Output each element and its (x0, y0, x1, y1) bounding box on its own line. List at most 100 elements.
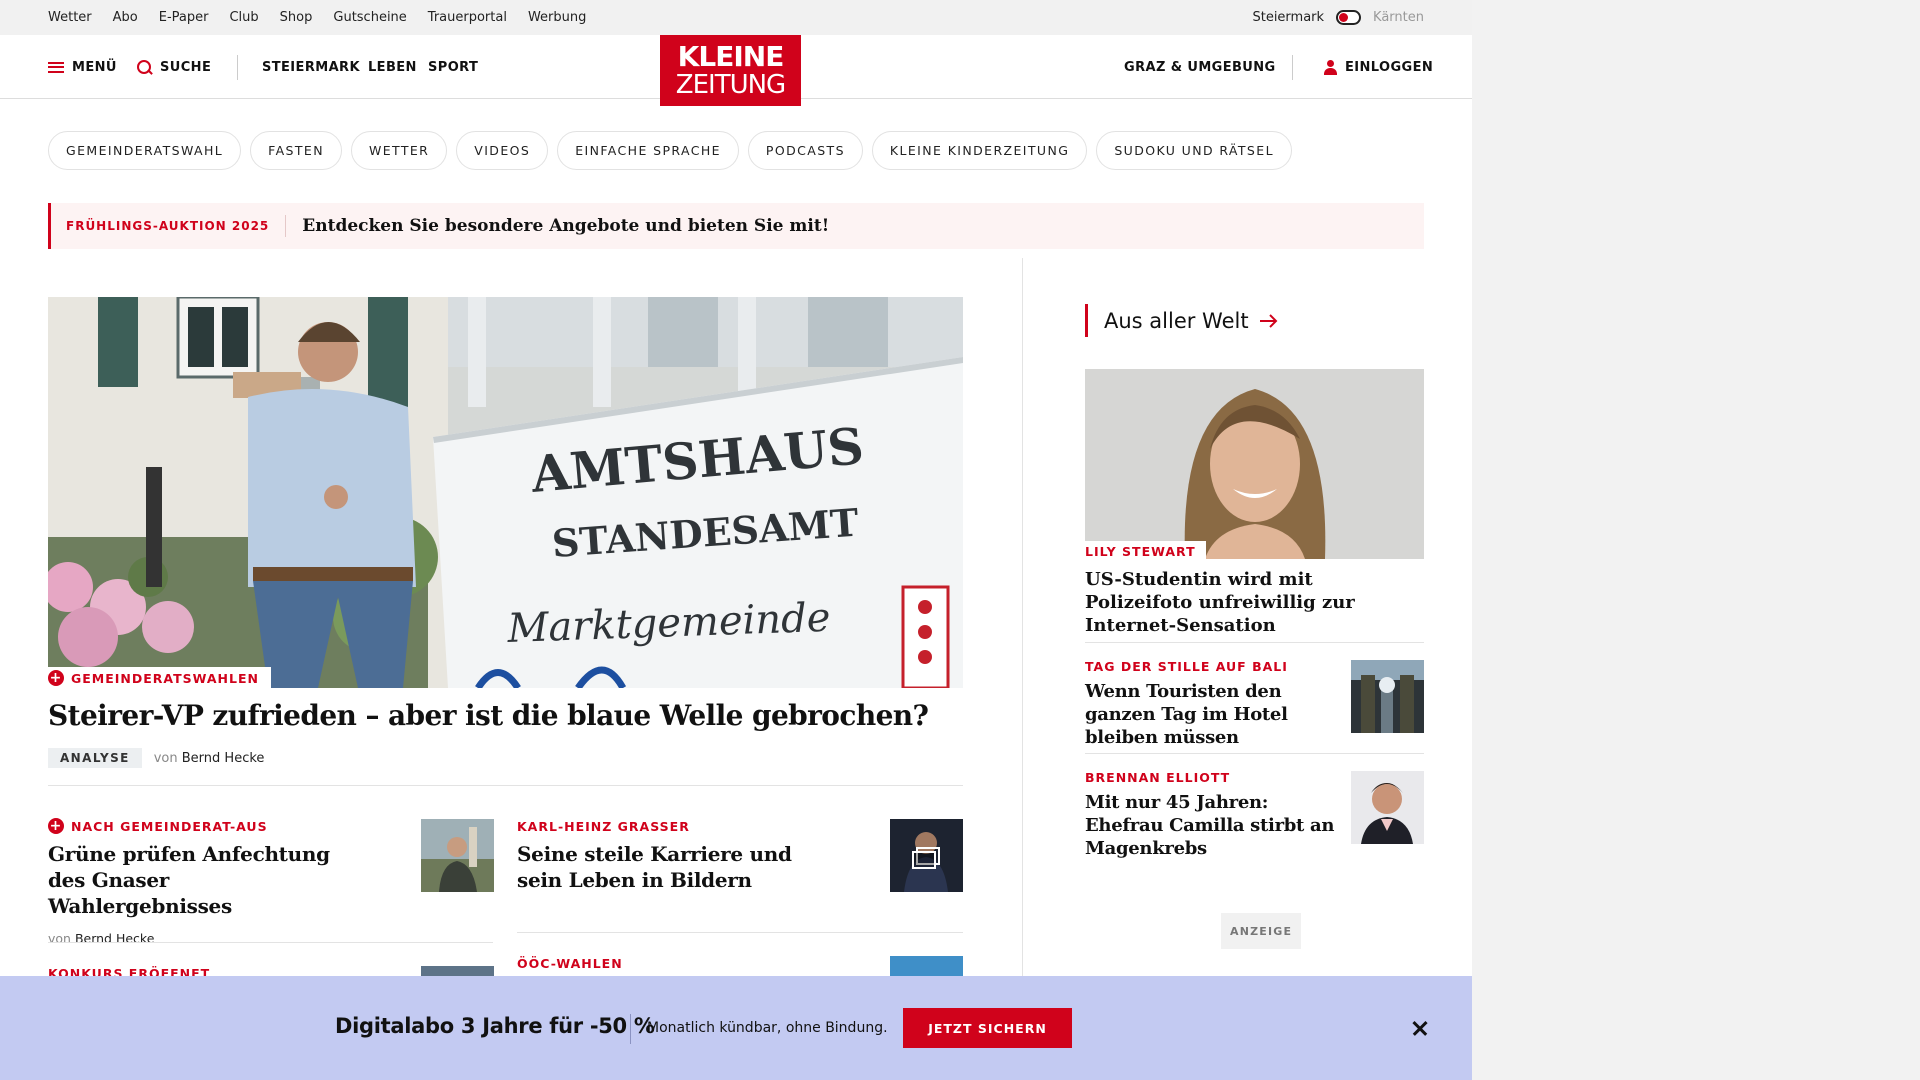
pill-wetter[interactable]: WETTER (350, 131, 448, 170)
promo-text: Entdecken Sie besondere Angebote und bie… (302, 216, 830, 236)
pill-sudoku[interactable]: SUDOKU UND RÄTSEL (1096, 131, 1292, 170)
analysis-badge: ANALYSE (48, 748, 142, 768)
subscription-banner: Digitalabo 3 Jahre für -50 % Monatlich k… (0, 976, 1472, 1080)
search-button[interactable]: SUCHE (137, 35, 211, 99)
menu-label: MENÜ (72, 59, 117, 75)
gallery-illustration (890, 819, 963, 892)
user-icon (1324, 59, 1337, 75)
utility-link-shop[interactable]: Shop (280, 10, 313, 25)
teaser-kicker: ÖÖC-WAHLEN (517, 955, 623, 971)
plus-icon: + (48, 670, 64, 686)
gallery-thumbnail[interactable] (890, 819, 963, 892)
kleine-zeitung-logo[interactable]: KLEINE ZEITUNG (660, 35, 801, 106)
region-steiermark[interactable]: Steiermark (1252, 10, 1324, 25)
utility-link-werbung[interactable]: Werbung (528, 10, 586, 25)
news-site: Wetter Abo E-Paper Club Shop Gutscheine … (0, 0, 1472, 1080)
region-kaernten[interactable]: Kärnten (1373, 10, 1424, 25)
teaser-byline: von Bernd Hecke (48, 931, 348, 946)
login-button[interactable]: EINLOGGEN (1324, 35, 1433, 99)
teaser-card[interactable]: + NACH GEMEINDERAT-AUS Grüne prüfen Anfe… (48, 817, 348, 946)
section-heading-text: Aus aller Welt (1104, 308, 1249, 333)
bali-photo-illustration (1351, 660, 1424, 733)
portrait-illustration (421, 819, 494, 892)
hero-photo-illustration: AMTSHAUS STANDESAMT Marktgemeinde (48, 297, 963, 688)
menu-button[interactable]: MENÜ (48, 35, 117, 99)
ad-label: ANZEIGE (1221, 913, 1302, 949)
sidebar-item-kicker: TAG DER STILLE AUF BALI (1085, 658, 1288, 674)
teaser-kicker-text: NACH GEMEINDERAT-AUS (71, 818, 268, 834)
nav-leben[interactable]: LEBEN (368, 35, 417, 99)
teaser-card[interactable]: ÖÖC-WAHLEN (517, 954, 817, 972)
close-icon[interactable] (1408, 1016, 1432, 1040)
sidebar-item-thumbnail[interactable] (1351, 771, 1424, 844)
nav-steiermark[interactable]: STEIERMARK (262, 35, 360, 99)
hamburger-icon (48, 61, 64, 73)
hero-headline[interactable]: Steirer-VP zufrieden – aber ist die blau… (48, 698, 963, 734)
teaser-headline[interactable]: Seine steile Karriere und sein Leben in … (517, 841, 817, 893)
subscribe-button[interactable]: JETZT SICHERN (903, 1008, 1072, 1048)
hero-kicker: + GEMEINDERATSWAHLEN (48, 667, 271, 689)
teaser-kicker: KARL-HEINZ GRASSER (517, 818, 690, 834)
topic-pills: GEMEINDERATSWAHL FASTEN WETTER VIDEOS EI… (48, 131, 1292, 170)
section-heading-aus-aller-welt[interactable]: Aus aller Welt (1085, 304, 1279, 337)
login-label: EINLOGGEN (1345, 59, 1434, 75)
utility-link-epaper[interactable]: E-Paper (159, 10, 209, 25)
utility-link-wetter[interactable]: Wetter (48, 10, 92, 25)
author-link[interactable]: Bernd Hecke (182, 751, 265, 766)
sidebar-item-thumbnail[interactable] (1351, 660, 1424, 733)
pill-einfache-sprache[interactable]: EINFACHE SPRACHE (557, 131, 739, 170)
header-divider (1292, 55, 1293, 80)
sidebar-item[interactable]: TAG DER STILLE AUF BALI Wenn Touristen d… (1085, 657, 1335, 749)
utility-link-club[interactable]: Club (229, 10, 258, 25)
pill-podcasts[interactable]: PODCASTS (747, 131, 863, 170)
teaser-thumbnail[interactable] (421, 819, 494, 892)
sidebar-lead-headline[interactable]: US-Studentin wird mit Polizeifoto unfrei… (1085, 568, 1424, 637)
region-switch: Steiermark Kärnten (1252, 0, 1424, 35)
teaser-card[interactable]: KARL-HEINZ GRASSER Seine steile Karriere… (517, 817, 817, 893)
banner-headline: Digitalabo 3 Jahre für -50 % (335, 1014, 655, 1038)
toggle-knob (1339, 13, 1349, 22)
byline-von: von (153, 750, 178, 766)
utility-links: Wetter Abo E-Paper Club Shop Gutscheine … (48, 0, 586, 35)
teaser-separator (517, 932, 963, 933)
sidebar-item-headline[interactable]: Mit nur 45 Jahren: Ehefrau Camilla stirb… (1085, 791, 1335, 860)
teaser-headline[interactable]: Grüne prüfen Anfechtung des Gnaser Wahle… (48, 841, 348, 919)
pill-gemeinderatswahl[interactable]: GEMEINDERATSWAHL (48, 131, 242, 170)
banner-subtext: Monatlich kündbar, ohne Bindung. (647, 1020, 888, 1036)
pill-videos[interactable]: VIDEOS (456, 131, 549, 170)
pill-kinderzeitung[interactable]: KLEINE KINDERZEITUNG (871, 131, 1088, 170)
search-label: SUCHE (160, 59, 212, 75)
local-region-link[interactable]: GRAZ & UMGEBUNG (1124, 35, 1276, 99)
utility-link-trauerportal[interactable]: Trauerportal (428, 10, 507, 25)
hero-meta: ANALYSE von Bernd Hecke (48, 748, 264, 768)
pill-fasten[interactable]: FASTEN (250, 131, 342, 170)
hero-image[interactable]: AMTSHAUS STANDESAMT Marktgemeinde (48, 297, 963, 688)
region-toggle[interactable] (1336, 10, 1362, 25)
teaser-separator (48, 942, 493, 943)
sidebar-item[interactable]: BRENNAN ELLIOTT Mit nur 45 Jahren: Ehefr… (1085, 768, 1335, 860)
logo-line-2: ZEITUNG (675, 70, 786, 100)
column-divider (1022, 258, 1023, 1038)
sidebar-separator (1085, 642, 1424, 643)
main-header: MENÜ SUCHE STEIERMARK LEBEN SPORT KLEINE… (0, 35, 1472, 106)
arrow-right-icon (1259, 313, 1278, 328)
logo-line-1: KLEINE (677, 40, 785, 73)
author-link[interactable]: Bernd Hecke (75, 931, 154, 946)
sidebar-lead-kicker: LILY STEWART (1085, 541, 1206, 561)
sidebar-item-headline[interactable]: Wenn Touristen den ganzen Tag im Hotel b… (1085, 680, 1335, 749)
portrait-illustration (1351, 771, 1424, 844)
search-icon (137, 59, 152, 75)
promo-kicker: FRÜHLINGS-AUKTION 2025 (51, 215, 287, 237)
plus-icon: + (48, 818, 64, 834)
utility-link-abo[interactable]: Abo (113, 10, 138, 25)
banner-divider (630, 1014, 631, 1044)
hero-kicker-text: GEMEINDERATSWAHLEN (71, 670, 259, 686)
portrait-illustration (1085, 369, 1424, 559)
utility-link-gutscheine[interactable]: Gutscheine (333, 10, 406, 25)
sidebar-lead-image[interactable] (1085, 369, 1424, 559)
header-divider (237, 55, 238, 80)
nav-sport[interactable]: SPORT (428, 35, 478, 99)
utility-bar: Wetter Abo E-Paper Club Shop Gutscheine … (0, 0, 1472, 35)
auction-promo[interactable]: FRÜHLINGS-AUKTION 2025 Entdecken Sie bes… (48, 203, 1424, 249)
teaser-kicker: + NACH GEMEINDERAT-AUS (48, 817, 348, 835)
